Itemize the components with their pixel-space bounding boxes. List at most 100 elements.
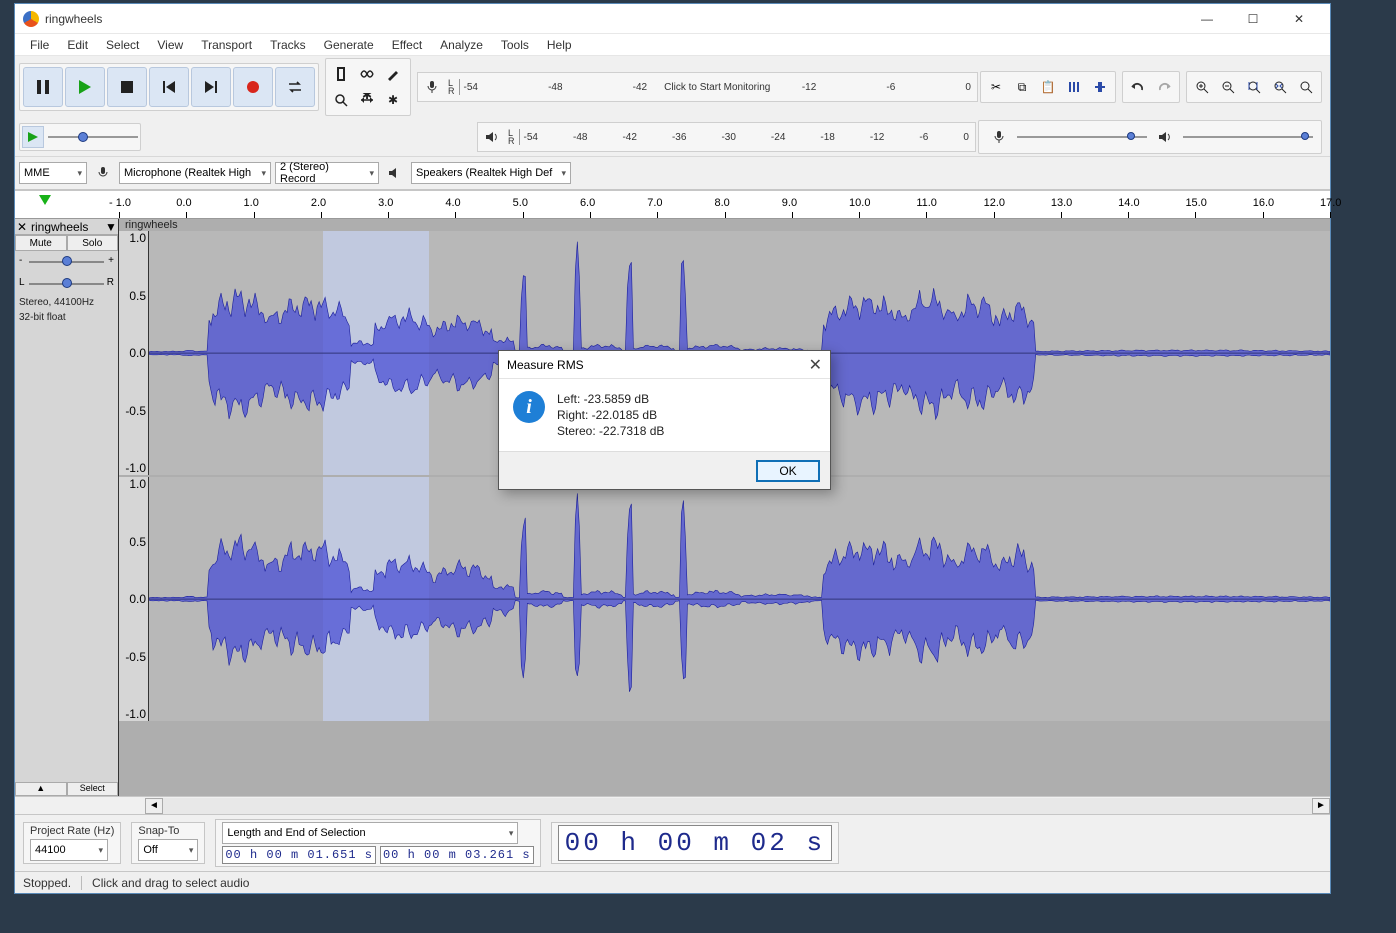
playback-volume-slider[interactable]	[1183, 132, 1313, 142]
snap-to-combo[interactable]: Off	[138, 839, 198, 861]
selection-start-timecode[interactable]: 00 h 00 m 01.651 s	[222, 846, 376, 864]
pause-button[interactable]	[23, 67, 63, 107]
audio-host-combo[interactable]: MME	[19, 162, 87, 184]
measure-rms-dialog: Measure RMS ✕ i Left: -23.5859 dB Right:…	[498, 350, 831, 490]
silence-button[interactable]	[1088, 75, 1112, 99]
track-collapse-button[interactable]: ▲	[15, 782, 67, 796]
zoom-tool-button[interactable]	[329, 88, 353, 112]
pan-slider[interactable]: L R	[19, 275, 114, 293]
app-logo-icon	[23, 11, 39, 27]
tracks-area: ✕ ringwheels ▼ Mute Solo - + L R Stereo,…	[15, 219, 1330, 796]
minimize-button[interactable]: —	[1184, 4, 1230, 34]
record-button[interactable]	[233, 67, 273, 107]
menu-tracks[interactable]: Tracks	[261, 35, 315, 55]
track-select-button[interactable]: Select	[67, 782, 119, 796]
recording-meter[interactable]: LR -54 -48 -42 Click to Start Monitoring…	[417, 72, 978, 102]
recording-channels-combo[interactable]: 2 (Stereo) Record	[275, 162, 379, 184]
solo-button[interactable]: Solo	[67, 235, 119, 251]
waveform-view[interactable]: ringwheels 1.00.50.0-0.5-1.0 1.00.50.0-0…	[119, 219, 1330, 796]
dialog-message: Left: -23.5859 dB Right: -22.0185 dB Ste…	[557, 391, 664, 439]
play-button[interactable]	[65, 67, 105, 107]
track-control-panel: ✕ ringwheels ▼ Mute Solo - + L R Stereo,…	[15, 219, 119, 796]
skip-start-button[interactable]	[149, 67, 189, 107]
menu-effect[interactable]: Effect	[383, 35, 431, 55]
playback-speed-slider[interactable]	[48, 131, 138, 143]
recording-device-combo[interactable]: Microphone (Realtek High	[119, 162, 271, 184]
selection-tool-button[interactable]	[329, 62, 353, 86]
audio-position-timecode[interactable]: 00 h 00 m 02 s	[558, 825, 832, 861]
dialog-title: Measure RMS	[507, 358, 584, 372]
zoom-in-button[interactable]	[1190, 75, 1214, 99]
menu-analyze[interactable]: Analyze	[431, 35, 492, 55]
close-button[interactable]: ✕	[1276, 4, 1322, 34]
channel-right[interactable]: 1.00.50.0-0.5-1.0	[119, 477, 1330, 721]
copy-button[interactable]: ⧉	[1010, 75, 1034, 99]
track-name-label[interactable]: ringwheels	[29, 220, 104, 234]
recording-volume-slider[interactable]	[1017, 132, 1147, 142]
project-rate-label: Project Rate (Hz)	[30, 825, 114, 837]
undo-toolbar	[1122, 71, 1180, 103]
fit-project-button[interactable]	[1268, 75, 1292, 99]
multi-tool-button[interactable]: ✱	[381, 88, 405, 112]
draw-tool-button[interactable]	[381, 62, 405, 86]
tools-toolbar: ✱ ✱	[325, 58, 411, 116]
stop-button[interactable]	[107, 67, 147, 107]
meter-channels-label: LR	[506, 129, 517, 145]
fit-selection-button[interactable]	[1242, 75, 1266, 99]
playback-device-combo[interactable]: Speakers (Realtek High Def	[411, 162, 571, 184]
playback-meter[interactable]: LR -54 -48 -42 -36 -30 -24 -18 -12 -6 0	[477, 122, 976, 152]
trim-button[interactable]	[1062, 75, 1086, 99]
menu-tools[interactable]: Tools	[492, 35, 538, 55]
scroll-left-button[interactable]: ◄	[145, 798, 163, 814]
zoom-toggle-button[interactable]	[1294, 75, 1318, 99]
play-at-speed-button[interactable]	[22, 126, 44, 148]
track-menu-button[interactable]: ▼	[104, 220, 118, 234]
timeline-ruler[interactable]: - 1.00.01.02.03.04.05.06.07.08.09.010.01…	[15, 191, 1330, 219]
svg-text:✱: ✱	[362, 93, 372, 102]
snap-to-label: Snap-To	[138, 825, 198, 837]
loop-button[interactable]	[275, 67, 315, 107]
selection-mode-combo[interactable]: Length and End of Selection	[222, 822, 518, 844]
selection-toolbar: Project Rate (Hz) 44100 Snap-To Off Leng…	[15, 814, 1330, 871]
menu-view[interactable]: View	[148, 35, 192, 55]
undo-button[interactable]	[1126, 75, 1150, 99]
vertical-scale: 1.00.50.0-0.5-1.0	[119, 231, 149, 475]
ok-button[interactable]: OK	[756, 460, 820, 482]
horizontal-scrollbar[interactable]: ◄ ►	[15, 796, 1330, 814]
meter-channels-label: LR	[446, 79, 457, 95]
menu-select[interactable]: Select	[97, 35, 148, 55]
paste-button[interactable]: 📋	[1036, 75, 1060, 99]
play-at-speed-toolbar	[19, 123, 141, 151]
mute-button[interactable]: Mute	[15, 235, 67, 251]
scroll-right-button[interactable]: ►	[1312, 798, 1330, 814]
gain-slider[interactable]: - +	[19, 253, 114, 271]
maximize-button[interactable]: ☐	[1230, 4, 1276, 34]
cut-button[interactable]: ✂	[984, 75, 1008, 99]
dialog-close-button[interactable]: ✕	[809, 355, 822, 375]
transport-toolbar	[19, 63, 319, 111]
toolbar-area: ✱ ✱ LR -54 -48 -42 Click to Start Monito…	[15, 56, 1330, 191]
project-rate-combo[interactable]: 44100	[30, 839, 108, 861]
zoom-out-button[interactable]	[1216, 75, 1240, 99]
skip-end-button[interactable]	[191, 67, 231, 107]
menu-generate[interactable]: Generate	[315, 35, 383, 55]
menu-edit[interactable]: Edit	[58, 35, 97, 55]
menu-transport[interactable]: Transport	[192, 35, 261, 55]
menu-help[interactable]: Help	[538, 35, 581, 55]
start-monitoring-label[interactable]: Click to Start Monitoring	[660, 82, 774, 93]
statusbar: Stopped. Click and drag to select audio	[15, 871, 1330, 893]
track-close-button[interactable]: ✕	[15, 220, 29, 234]
status-state-label: Stopped.	[23, 876, 71, 890]
selection-end-timecode[interactable]: 00 h 00 m 03.261 s	[380, 846, 534, 864]
status-hint-label: Click and drag to select audio	[92, 876, 249, 890]
redo-button[interactable]	[1152, 75, 1176, 99]
envelope-tool-button[interactable]	[355, 62, 379, 86]
playhead-marker-icon[interactable]	[39, 195, 51, 205]
clip-name-label: ringwheels	[125, 219, 178, 231]
speaker-icon	[1153, 125, 1177, 149]
speaker-icon	[383, 161, 407, 185]
menu-file[interactable]: File	[21, 35, 58, 55]
info-icon: i	[513, 391, 545, 423]
timeshift-tool-button[interactable]: ✱	[355, 88, 379, 112]
track-format-label: Stereo, 44100Hz	[15, 295, 118, 310]
